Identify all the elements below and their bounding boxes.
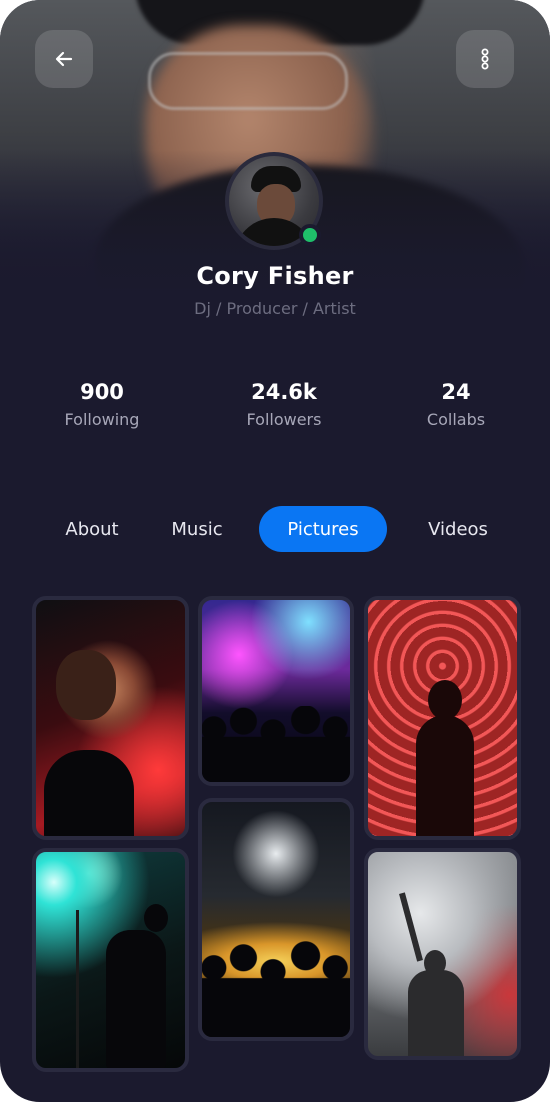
stat-value: 900 bbox=[80, 380, 124, 404]
stat-label: Collabs bbox=[426, 410, 486, 429]
gallery-photo[interactable] bbox=[364, 848, 521, 1060]
more-vertical-icon bbox=[481, 48, 489, 70]
profile-role: Dj / Producer / Artist bbox=[194, 299, 356, 318]
arrow-left-icon bbox=[55, 51, 73, 67]
online-status-indicator bbox=[299, 224, 321, 246]
tab-music[interactable]: Music bbox=[157, 506, 237, 552]
stat-label: Followers bbox=[246, 410, 322, 429]
more-options-button[interactable] bbox=[456, 30, 514, 88]
stat-followers[interactable]: 24.6k Followers bbox=[204, 380, 364, 429]
stat-following[interactable]: 900 Following bbox=[22, 380, 182, 429]
stat-label: Following bbox=[64, 410, 140, 429]
gallery-photo[interactable] bbox=[198, 596, 354, 786]
gallery-photo[interactable] bbox=[32, 596, 189, 840]
stat-collabs[interactable]: 24 Collabs bbox=[376, 380, 536, 429]
stat-value: 24 bbox=[441, 380, 471, 404]
gallery-photo[interactable] bbox=[364, 596, 521, 840]
tab-videos[interactable]: Videos bbox=[415, 506, 501, 552]
gallery-photo[interactable] bbox=[32, 848, 189, 1072]
tab-pictures[interactable]: Pictures bbox=[259, 506, 387, 552]
tab-about[interactable]: About bbox=[52, 506, 132, 552]
profile-screen: Cory Fisher Dj / Producer / Artist 900 F… bbox=[0, 0, 550, 1102]
stat-value: 24.6k bbox=[251, 380, 317, 404]
gallery-photo[interactable] bbox=[198, 798, 354, 1041]
back-button[interactable] bbox=[35, 30, 93, 88]
profile-name: Cory Fisher bbox=[196, 262, 354, 290]
